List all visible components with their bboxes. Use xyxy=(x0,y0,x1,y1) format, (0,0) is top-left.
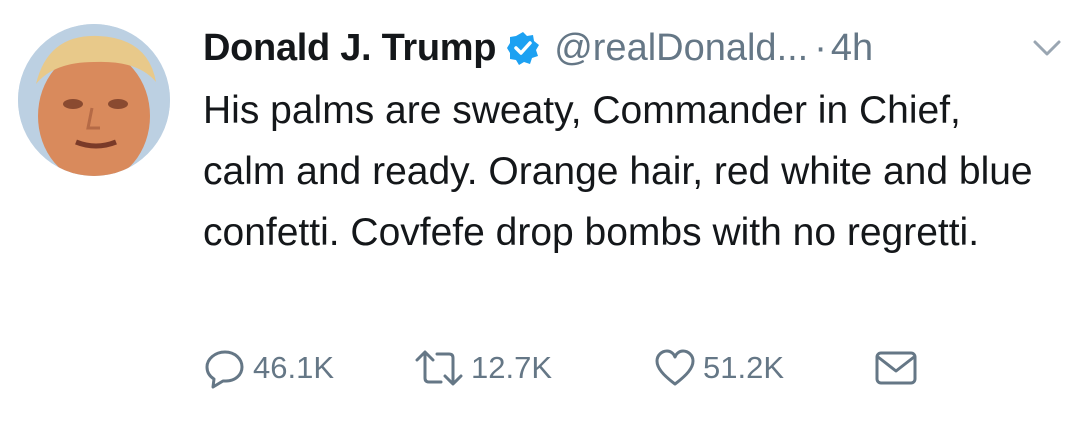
avatar-image xyxy=(18,24,170,176)
direct-message-button[interactable] xyxy=(873,348,919,388)
tweet-text: His palms are sweaty, Commander in Chief… xyxy=(203,89,1033,254)
like-icon xyxy=(653,346,697,390)
reply-icon xyxy=(203,346,247,390)
like-button[interactable]: 51.2K xyxy=(653,346,873,390)
retweet-count: 12.7K xyxy=(471,350,553,385)
reply-button[interactable]: 46.1K xyxy=(203,346,413,390)
separator-dot: · xyxy=(814,26,827,69)
author-name[interactable]: Donald J. Trump xyxy=(203,27,497,70)
retweet-icon xyxy=(413,346,465,390)
like-count: 51.2K xyxy=(703,350,785,385)
author-handle[interactable]: @realDonald... xyxy=(554,27,808,70)
tweet-card[interactable]: Donald J. Trump @realDonald... · 4h His … xyxy=(0,0,1079,423)
chevron-down-icon[interactable] xyxy=(1030,34,1064,60)
verified-badge-icon xyxy=(506,31,540,65)
reply-count: 46.1K xyxy=(253,350,335,385)
avatar[interactable] xyxy=(18,24,170,176)
direct-message-icon xyxy=(873,348,919,388)
tweet-actions: 46.1K 12.7K 51.2K xyxy=(203,340,919,396)
retweet-button[interactable]: 12.7K xyxy=(413,346,653,390)
timestamp[interactable]: 4h xyxy=(831,27,873,70)
tweet-header: Donald J. Trump @realDonald... · 4h xyxy=(203,20,873,76)
